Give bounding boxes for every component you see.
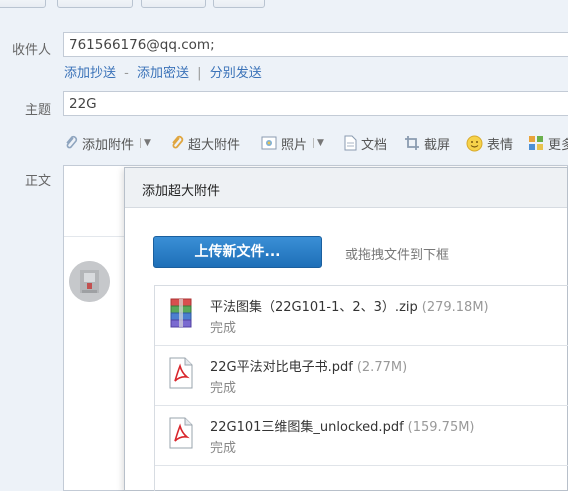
big-attachment-label: 超大附件: [188, 137, 241, 153]
body-label: 正文: [25, 174, 52, 189]
pdf-file-icon: [169, 357, 193, 389]
file-status-1: 完成: [210, 321, 237, 336]
top-button-4[interactable]: [213, 0, 265, 8]
subject-value: 22G: [69, 95, 97, 112]
screenshot-label: 截屏: [424, 137, 451, 153]
top-button-1[interactable]: [0, 0, 46, 8]
document-button[interactable]: 文档: [344, 133, 387, 153]
body-divider: [64, 236, 126, 237]
recipient-links: 添加抄送 - 添加密送 | 分别发送: [64, 62, 262, 81]
photo-icon: [261, 136, 277, 150]
paperclip-icon: [66, 135, 78, 149]
big-attachment-dialog: 添加超大附件 上传新文件... 或拖拽文件到下框 平法图集（22G101-1、2…: [124, 167, 568, 491]
to-label: 收件人: [12, 43, 52, 58]
file-name-1: 平法图集（22G101-1、2、3）.zip (279.18M): [210, 296, 489, 315]
subject-label: 主题: [25, 103, 52, 118]
document-icon: [344, 135, 357, 151]
grid-icon: [529, 136, 543, 150]
send-separately-link[interactable]: 分别发送: [210, 66, 262, 81]
scissors-icon: [405, 136, 419, 150]
document-label: 文档: [361, 137, 388, 153]
file-name-text-2: 22G平法对比电子书.pdf: [210, 360, 353, 375]
file-size-3: (159.75M): [407, 420, 475, 435]
add-bcc-link[interactable]: 添加密送: [137, 66, 189, 81]
smiley-icon: [466, 135, 483, 151]
file-size-1: (279.18M): [421, 300, 489, 315]
to-field[interactable]: 761566176@qq.com;: [63, 32, 568, 57]
attachment-dropdown-icon[interactable]: ▼: [140, 138, 151, 148]
link-separator-dash: -: [124, 66, 129, 81]
upload-new-file-button[interactable]: 上传新文件...: [153, 236, 322, 268]
avatar-image-icon: [69, 261, 110, 302]
dialog-header: 添加超大附件: [125, 168, 567, 208]
avatar: [69, 261, 110, 302]
file-name-2: 22G平法对比电子书.pdf (2.77M): [210, 356, 407, 375]
subject-field[interactable]: 22G: [63, 91, 568, 116]
big-paperclip-icon: [172, 135, 184, 149]
photo-dropdown-icon[interactable]: ▼: [313, 138, 324, 148]
file-name-3: 22G101三维图集_unlocked.pdf (159.75M): [210, 416, 475, 435]
more-label: 更多: [548, 137, 568, 153]
dialog-title: 添加超大附件: [142, 184, 221, 199]
add-attachment-label: 添加附件: [82, 137, 135, 153]
emoji-label: 表情: [487, 137, 514, 153]
emoji-button[interactable]: 表情: [466, 133, 513, 153]
big-attachment-button[interactable]: 超大附件: [170, 133, 240, 153]
top-button-3[interactable]: [141, 0, 206, 8]
more-button[interactable]: 更多: [528, 133, 568, 153]
screenshot-button[interactable]: 截屏: [404, 133, 450, 153]
file-item-2[interactable]: 22G平法对比电子书.pdf (2.77M) 完成: [155, 346, 568, 406]
file-status-3: 完成: [210, 441, 237, 456]
file-size-2: (2.77M): [356, 360, 408, 375]
file-item-3[interactable]: 22G101三维图集_unlocked.pdf (159.75M) 完成: [155, 406, 568, 466]
file-item-1[interactable]: 平法图集（22G101-1、2、3）.zip (279.18M) 完成: [155, 286, 568, 346]
photo-button[interactable]: 照片 ▼: [261, 133, 324, 153]
photo-label: 照片: [281, 137, 308, 153]
top-button-2[interactable]: [57, 0, 133, 8]
file-status-2: 完成: [210, 381, 237, 396]
drag-hint: 或拖拽文件到下框: [345, 248, 450, 263]
file-name-text-1: 平法图集（22G101-1、2、3）.zip: [210, 300, 418, 315]
file-name-text-3: 22G101三维图集_unlocked.pdf: [210, 420, 404, 435]
add-attachment-button[interactable]: 添加附件 ▼: [64, 133, 151, 153]
zip-archive-icon: [170, 298, 192, 328]
link-separator-bar: |: [197, 66, 202, 81]
to-value: 761566176@qq.com;: [69, 36, 215, 53]
pdf-file-icon: [169, 417, 193, 449]
add-cc-link[interactable]: 添加抄送: [64, 66, 116, 81]
file-drop-list[interactable]: 平法图集（22G101-1、2、3）.zip (279.18M) 完成 22G平法…: [154, 285, 568, 491]
